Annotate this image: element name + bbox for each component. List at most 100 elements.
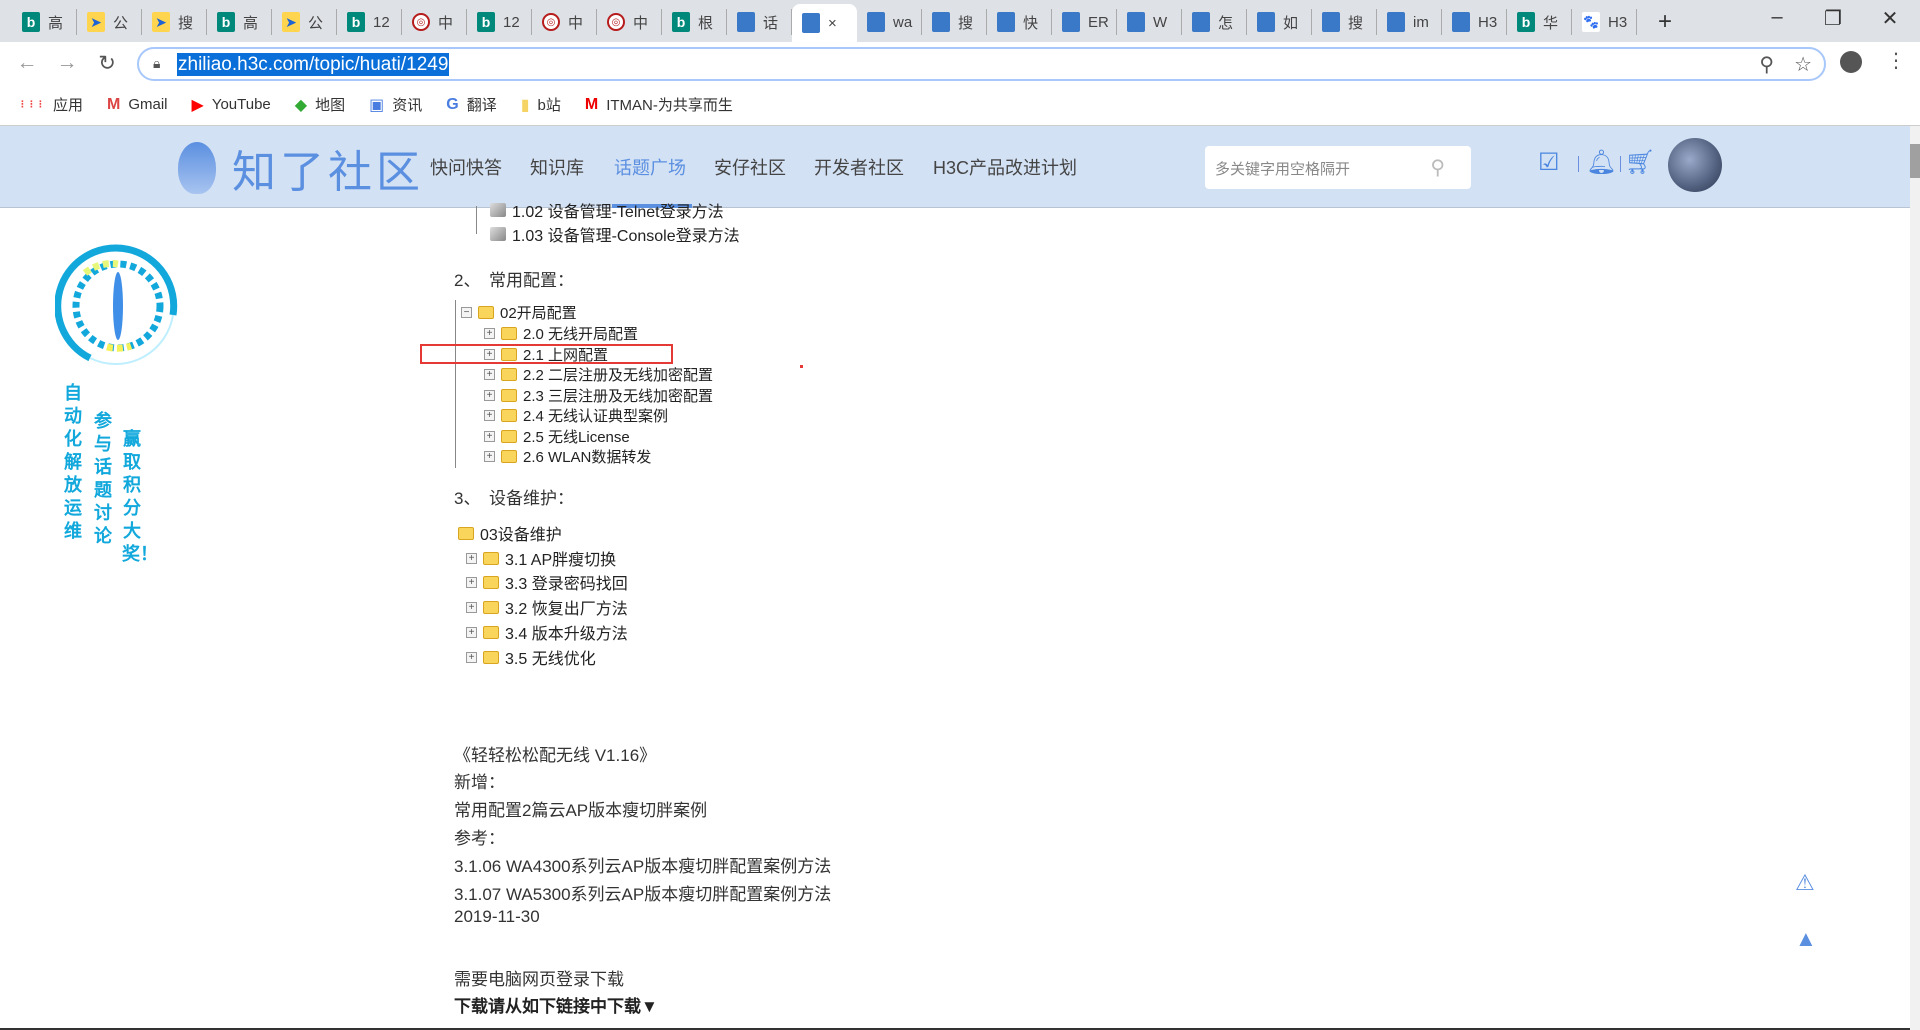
tab-title: 搜 bbox=[958, 14, 974, 32]
browser-tab[interactable]: ◎ 中 bbox=[402, 9, 467, 35]
scrollbar[interactable] bbox=[1910, 126, 1920, 1030]
restore-button[interactable]: ❐ bbox=[1813, 6, 1853, 31]
expand-icon[interactable]: + bbox=[484, 410, 495, 421]
rail-favicon-icon: ◎ bbox=[412, 13, 430, 31]
browser-tab[interactable]: W bbox=[1117, 9, 1182, 35]
address-bar[interactable]: 🔒︎ zhiliao.h3c.com/topic/huati/1249 ⚲ ☆ bbox=[137, 47, 1826, 81]
back-to-top-icon[interactable]: ▲ bbox=[1795, 926, 1817, 952]
bookmark-item[interactable]: M Gmail bbox=[107, 96, 168, 114]
note-line: 2019-11-30 bbox=[454, 907, 540, 926]
tree-node[interactable]: +2.6 WLAN数据转发 bbox=[484, 446, 651, 467]
bookmark-label: YouTube bbox=[211, 96, 271, 113]
bookmark-item[interactable]: ▣ 资讯 bbox=[369, 94, 422, 115]
browser-tab[interactable]: 🐾︎ H3 bbox=[1572, 9, 1637, 35]
tree-root[interactable]: − 02开局配置 bbox=[461, 302, 577, 323]
browser-tab[interactable]: 搜 bbox=[922, 9, 987, 35]
browser-tab[interactable]: im bbox=[1377, 9, 1442, 35]
nav-kuaiwen[interactable]: 快问快答 bbox=[430, 154, 502, 180]
bookmark-item[interactable]: ▶ YouTube bbox=[192, 95, 271, 115]
expand-icon[interactable]: + bbox=[466, 601, 477, 613]
tree-node[interactable]: +3.5 无线优化 bbox=[466, 645, 596, 669]
browser-tab[interactable]: b 12 bbox=[337, 9, 402, 35]
collapse-icon[interactable]: − bbox=[461, 307, 472, 318]
checkin-calendar-icon[interactable]: ☑ bbox=[1538, 148, 1560, 177]
menu-icon[interactable]: ⋮ bbox=[1886, 48, 1906, 73]
browser-tab[interactable]: b根 bbox=[662, 9, 727, 35]
expand-icon[interactable]: + bbox=[484, 328, 495, 339]
browser-tab[interactable]: 话 bbox=[727, 9, 792, 35]
browser-tab[interactable]: wa bbox=[857, 9, 922, 35]
tree-node[interactable]: +3.1 AP胖瘦切换 bbox=[466, 546, 616, 570]
tree-node[interactable]: +3.2 恢复出厂方法 bbox=[466, 595, 628, 619]
expand-icon[interactable]: + bbox=[484, 431, 495, 442]
browser-tab[interactable]: 快 bbox=[987, 9, 1052, 35]
bookmark-item[interactable]: ◆ 地图 bbox=[295, 94, 345, 115]
search-icon[interactable]: ⚲ bbox=[1430, 155, 1445, 180]
close-window-button[interactable]: ✕ bbox=[1870, 6, 1910, 31]
profile-icon[interactable] bbox=[1840, 51, 1862, 73]
feedback-icon[interactable]: ⚠︎ bbox=[1795, 870, 1815, 896]
bookmark-star-icon[interactable]: ☆ bbox=[1794, 52, 1812, 77]
bookmark-item[interactable]: G 翻译 bbox=[446, 94, 496, 115]
forward-button[interactable]: → bbox=[52, 51, 82, 75]
tree-node[interactable]: +2.5 无线License bbox=[484, 426, 630, 447]
bookmark-item[interactable]: M ITMAN-为共享而生 bbox=[585, 94, 733, 115]
bell-icon[interactable]: 🔔︎ bbox=[1586, 148, 1616, 177]
browser-tab[interactable]: ER bbox=[1052, 9, 1117, 35]
browser-tab[interactable]: × bbox=[792, 4, 857, 42]
tree-node[interactable]: +2.3 三层注册及无线加密配置 bbox=[484, 385, 713, 406]
close-tab-icon[interactable]: × bbox=[828, 15, 854, 32]
tab-title: 怎 bbox=[1218, 14, 1234, 32]
bookmark-item[interactable]: ⋮⋮⋮ 应用 bbox=[18, 94, 83, 115]
new-tab-button[interactable]: + bbox=[1658, 8, 1672, 36]
tree-node[interactable]: 1.03 设备管理-Console登录方法 bbox=[490, 222, 740, 246]
browser-tab[interactable]: ◎ 中 bbox=[532, 9, 597, 35]
expand-icon[interactable]: + bbox=[466, 552, 477, 564]
browser-tab[interactable]: ➤ 搜 bbox=[142, 9, 207, 35]
tree-node[interactable]: +2.2 二层注册及无线加密配置 bbox=[484, 364, 713, 385]
browser-tab[interactable]: b华 bbox=[1507, 9, 1572, 35]
nav-huati[interactable]: 话题广场 bbox=[614, 154, 686, 180]
tree-node[interactable]: +3.4 版本升级方法 bbox=[466, 620, 628, 644]
browser-tab[interactable]: H3 bbox=[1442, 9, 1507, 35]
url-text[interactable]: zhiliao.h3c.com/topic/huati/1249 bbox=[177, 53, 450, 76]
tree-node[interactable]: +2.0 无线开局配置 bbox=[484, 323, 638, 344]
back-button[interactable]: ← bbox=[12, 51, 42, 75]
browser-tab[interactable]: 如 bbox=[1247, 9, 1312, 35]
browser-tab[interactable]: ◎ 中 bbox=[597, 9, 662, 35]
minimize-button[interactable]: – bbox=[1757, 6, 1797, 29]
download-note[interactable]: 下载请从如下链接中下载▼ bbox=[454, 992, 658, 1017]
browser-tab[interactable]: b高 bbox=[207, 9, 272, 35]
nav-anzai[interactable]: 安仔社区 bbox=[714, 154, 786, 180]
browser-tab[interactable]: b 12 bbox=[467, 9, 532, 35]
expand-icon[interactable]: + bbox=[484, 369, 495, 380]
tree-root-label: 02开局配置 bbox=[500, 305, 577, 322]
browser-tab[interactable]: ➤ 公 bbox=[77, 9, 142, 35]
reload-button[interactable]: ↻ bbox=[92, 51, 122, 76]
browser-tab[interactable]: 搜 bbox=[1312, 9, 1377, 35]
tree-root[interactable]: 03设备维护 bbox=[458, 521, 562, 545]
cart-icon[interactable]: 🛒︎ bbox=[1625, 148, 1655, 177]
gauge-logo-icon[interactable] bbox=[55, 243, 181, 369]
zoom-icon[interactable]: ⚲ bbox=[1759, 52, 1774, 77]
browser-tab[interactable]: b高 bbox=[12, 9, 77, 35]
expand-icon[interactable]: + bbox=[484, 451, 495, 462]
bookmark-item[interactable]: ▮ b站 bbox=[521, 94, 561, 115]
expand-icon[interactable]: + bbox=[466, 576, 477, 588]
nav-developer[interactable]: 开发者社区 bbox=[814, 154, 904, 180]
tree-node[interactable]: +2.4 无线认证典型案例 bbox=[484, 405, 668, 426]
scrollbar-thumb[interactable] bbox=[1910, 144, 1920, 178]
tree-node[interactable]: 1.02 设备管理-Telnet登录方法 bbox=[490, 198, 724, 222]
expand-icon[interactable]: + bbox=[466, 626, 477, 638]
user-avatar[interactable] bbox=[1668, 138, 1722, 192]
nav-zhishiku[interactable]: 知识库 bbox=[530, 154, 584, 180]
slogan-column-3: 赢取积分大奖！ bbox=[122, 429, 158, 564]
nav-improvement[interactable]: H3C产品改进计划 bbox=[933, 154, 1077, 180]
browser-tab[interactable]: 怎 bbox=[1182, 9, 1247, 35]
browser-tab[interactable]: ➤ 公 bbox=[272, 9, 337, 35]
expand-icon[interactable]: + bbox=[466, 651, 477, 663]
site-logo[interactable]: 知了社区 bbox=[178, 136, 424, 200]
expand-icon[interactable]: + bbox=[484, 390, 495, 401]
search-input[interactable]: 多关键字用空格隔开 ⚲ bbox=[1205, 146, 1471, 189]
tree-node[interactable]: +3.3 登录密码找回 bbox=[466, 570, 628, 594]
